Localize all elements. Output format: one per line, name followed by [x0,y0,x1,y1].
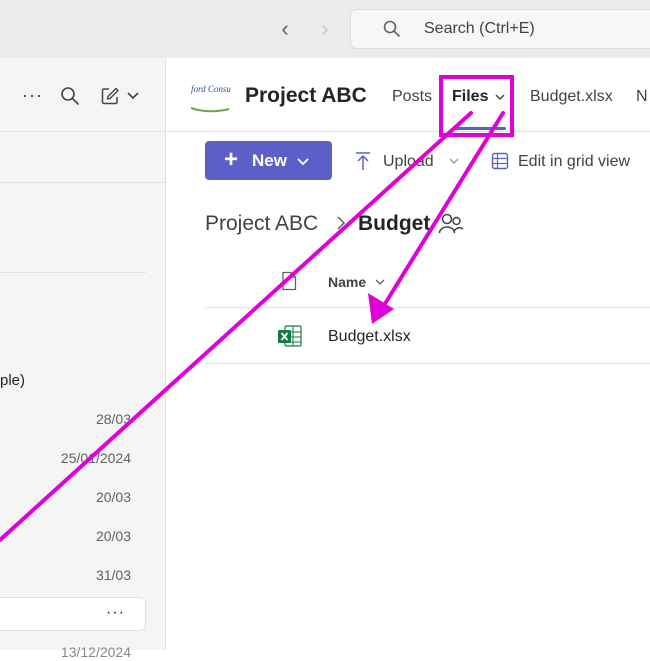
more-options-icon[interactable]: ··· [22,85,43,105]
edit-in-grid-view-button[interactable]: Edit in grid view [518,152,630,172]
column-header-name[interactable]: Name [328,273,366,291]
more-options-icon[interactable]: ··· [106,604,125,622]
search-icon[interactable] [60,86,80,106]
tab-budget[interactable]: Budget.xlsx [530,87,613,107]
chat-item-date: 13/12/2024 [60,644,131,660]
tab-next[interactable]: N [636,87,648,107]
compose-icon[interactable] [100,86,120,106]
chat-item-date: 28/03 [95,411,131,427]
chat-item-label[interactable]: ple) [0,372,25,390]
breadcrumb-current: Budget [358,212,431,235]
forward-arrow-icon[interactable]: › [314,16,336,42]
new-button-label: New [252,151,287,170]
annotation-arrowhead [368,293,394,324]
search-placeholder: Search (Ctrl+E) [424,20,535,37]
channel-title: Project ABC [245,84,367,107]
annotation-highlight-box [439,75,514,137]
excel-file-icon [278,325,302,347]
upload-icon[interactable] [354,151,372,171]
chevron-down-icon[interactable] [126,90,140,102]
chat-item-date: 20/03 [95,489,131,505]
people-icon[interactable] [438,212,464,236]
file-name-link[interactable]: Budget.xlsx [328,327,411,347]
grid-view-icon[interactable] [491,152,509,170]
plus-icon: + [224,146,239,173]
chevron-down-icon[interactable] [374,277,386,287]
chevron-down-icon [297,158,309,166]
annotation-arrow-line [381,111,505,309]
tab-posts[interactable]: Posts [392,87,432,107]
chat-item-date: 31/03 [95,567,131,583]
chat-list-pane [0,58,166,650]
chevron-down-icon[interactable] [448,155,460,167]
breadcrumb-root[interactable]: Project ABC [205,211,318,237]
chevron-right-icon [337,216,346,230]
divider [205,363,650,364]
divider [205,307,650,308]
logo-text: ford Consul [191,84,231,94]
search-icon [383,20,400,37]
team-logo: ford Consul [189,78,231,116]
back-arrow-icon[interactable]: ‹ [274,16,296,42]
chat-item-date: 20/03 [95,528,131,544]
file-type-icon [282,271,297,291]
upload-button[interactable]: Upload [383,152,434,172]
chat-item-date: 25/01/2024 [60,450,131,466]
divider [0,272,146,273]
divider [0,182,166,183]
